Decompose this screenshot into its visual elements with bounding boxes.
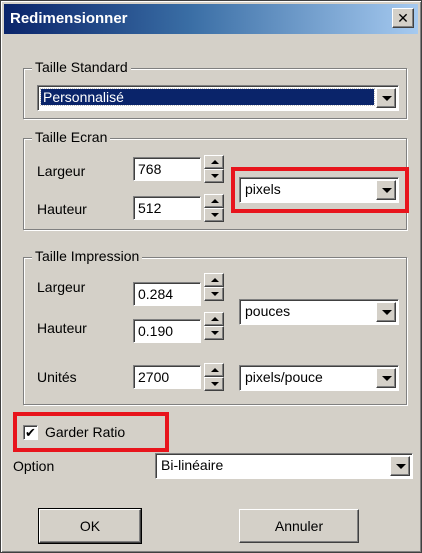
unites-label: Unités	[37, 369, 77, 385]
impression-hauteur-up-button[interactable]	[204, 312, 224, 326]
impression-unit-dropdown-button[interactable]	[376, 302, 396, 322]
ecran-largeur-input[interactable]: 768	[133, 157, 201, 181]
taille-standard-dropdown-button[interactable]	[376, 88, 396, 108]
chevron-down-icon	[382, 310, 392, 315]
chevron-down-icon	[382, 96, 392, 101]
arrow-down-icon	[211, 331, 219, 335]
arrow-down-icon	[211, 292, 219, 296]
ecran-unit-dropdown-button[interactable]	[376, 180, 396, 200]
resolution-dropdown-button[interactable]	[376, 368, 396, 388]
resize-dialog: Redimensionner ✕ Taille Standard Personn…	[0, 0, 422, 553]
unites-input[interactable]: 2700	[133, 365, 201, 389]
ecran-hauteur-up-button[interactable]	[204, 194, 224, 208]
impression-hauteur-label: Hauteur	[37, 320, 87, 336]
chevron-down-icon	[396, 464, 406, 469]
impression-largeur-spinner[interactable]	[204, 273, 224, 301]
arrow-down-icon	[211, 213, 219, 217]
ecran-largeur-up-button[interactable]	[204, 155, 224, 169]
impression-largeur-label: Largeur	[37, 279, 86, 295]
ecran-largeur-spinner[interactable]	[204, 155, 224, 183]
ecran-largeur-down-button[interactable]	[204, 169, 224, 183]
ok-button[interactable]: OK	[38, 508, 142, 544]
chevron-down-icon	[382, 188, 392, 193]
close-button[interactable]: ✕	[392, 8, 414, 28]
ecran-unit-select[interactable]: pixels	[239, 177, 399, 203]
ecran-hauteur-input[interactable]: 512	[133, 196, 201, 220]
impression-hauteur-down-button[interactable]	[204, 326, 224, 340]
taille-standard-value: Personnalisé	[40, 88, 375, 106]
option-value: Bi-linéaire	[161, 457, 224, 473]
option-select[interactable]: Bi-linéaire	[155, 453, 413, 479]
arrow-down-icon	[211, 174, 219, 178]
taille-impression-legend: Taille Impression	[32, 248, 143, 264]
option-label: Option	[13, 458, 55, 474]
option-dropdown-button[interactable]	[390, 456, 410, 476]
ecran-hauteur-label: Hauteur	[37, 201, 87, 217]
close-icon: ✕	[397, 10, 409, 26]
unites-down-button[interactable]	[204, 377, 224, 391]
taille-standard-legend: Taille Standard	[32, 59, 131, 75]
ecran-hauteur-spinner[interactable]	[204, 194, 224, 222]
ecran-largeur-label: Largeur	[37, 163, 86, 179]
impression-hauteur-spinner[interactable]	[204, 312, 224, 340]
resolution-value: pixels/pouce	[245, 369, 323, 385]
arrow-up-icon	[211, 278, 219, 282]
impression-hauteur-input[interactable]: 0.190	[133, 319, 201, 343]
impression-unit-value: pouces	[245, 303, 291, 319]
ecran-hauteur-down-button[interactable]	[204, 208, 224, 222]
arrow-up-icon	[211, 160, 219, 164]
unites-up-button[interactable]	[204, 363, 224, 377]
impression-unit-select[interactable]: pouces	[239, 299, 399, 325]
cancel-button[interactable]: Annuler	[239, 509, 359, 543]
arrow-up-icon	[211, 368, 219, 372]
arrow-up-icon	[211, 199, 219, 203]
taille-ecran-legend: Taille Ecran	[32, 129, 111, 145]
arrow-down-icon	[211, 382, 219, 386]
title-bar[interactable]: Redimensionner ✕	[4, 4, 418, 34]
garder-ratio-checkbox[interactable]: ✔	[23, 425, 38, 440]
taille-standard-select[interactable]: Personnalisé	[37, 85, 399, 111]
arrow-up-icon	[211, 317, 219, 321]
resolution-select[interactable]: pixels/pouce	[239, 365, 399, 391]
chevron-down-icon	[382, 376, 392, 381]
impression-largeur-down-button[interactable]	[204, 287, 224, 301]
impression-largeur-input[interactable]: 0.284	[133, 282, 201, 306]
ecran-unit-value: pixels	[245, 181, 281, 197]
unites-spinner[interactable]	[204, 363, 224, 391]
impression-largeur-up-button[interactable]	[204, 273, 224, 287]
garder-ratio-label[interactable]: Garder Ratio	[45, 424, 125, 440]
dialog-title: Redimensionner	[10, 10, 128, 27]
